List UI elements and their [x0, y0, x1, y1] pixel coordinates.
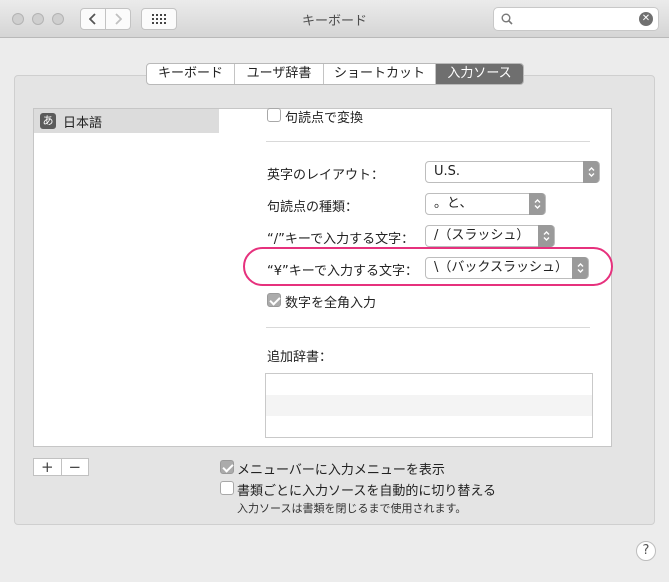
add-source-button[interactable]: +: [34, 459, 62, 475]
help-button[interactable]: ?: [636, 541, 656, 561]
back-button[interactable]: [80, 8, 106, 30]
convert-punct-label: 句読点で変換: [285, 111, 364, 126]
japanese-input-icon: あ: [40, 113, 56, 129]
close-window-button[interactable]: [12, 13, 24, 25]
list-item-japanese[interactable]: あ 日本語: [34, 109, 219, 133]
layout-label: 英字のレイアウト：: [267, 168, 385, 183]
title-bar: キーボード ✕: [0, 0, 669, 38]
punct-type-popup[interactable]: 。と、: [425, 193, 546, 215]
add-remove-control: + −: [33, 458, 89, 476]
show-all-button[interactable]: [141, 8, 177, 30]
clear-search-icon[interactable]: ✕: [639, 12, 653, 26]
yen-key-value: \（バックスラッシュ）: [434, 260, 568, 275]
search-field[interactable]: ✕: [493, 7, 659, 31]
tab-bar: キーボード ユーザ辞書 ショートカット 入力ソース: [146, 63, 524, 85]
punct-type-label: 句読点の種類：: [267, 200, 359, 215]
minimize-window-button[interactable]: [32, 13, 44, 25]
forward-button[interactable]: [105, 8, 131, 30]
tab-keyboard[interactable]: キーボード: [147, 64, 235, 84]
convert-punct-checkbox[interactable]: [267, 108, 281, 122]
layout-popup[interactable]: U.S.: [425, 161, 600, 183]
slash-key-value: /（スラッシュ）: [434, 228, 530, 243]
tab-input-sources[interactable]: 入力ソース: [436, 64, 523, 84]
additional-dictionary-list[interactable]: [265, 373, 593, 438]
divider: [266, 327, 590, 328]
auto-switch-label: 書類ごとに入力ソースを自動的に切り替える: [237, 484, 496, 499]
chevron-left-icon: [89, 13, 96, 25]
search-icon: [501, 13, 513, 25]
up-down-arrow-icon: [529, 193, 545, 215]
list-item-label: 日本語: [63, 115, 103, 131]
remove-source-button[interactable]: −: [62, 459, 89, 475]
list-item: [266, 416, 592, 437]
list-item: [266, 395, 592, 416]
show-menu-label: メニューバーに入力メニューを表示: [237, 463, 445, 478]
divider: [266, 141, 590, 142]
slash-key-popup[interactable]: /（スラッシュ）: [425, 225, 555, 247]
slash-key-label: “/”キーで入力する文字：: [267, 232, 415, 247]
zoom-window-button[interactable]: [52, 13, 64, 25]
fullwidth-numbers-checkbox[interactable]: [267, 293, 281, 307]
grid-icon: [152, 14, 166, 24]
punct-type-value: 。と、: [434, 196, 473, 211]
input-source-list: あ 日本語: [33, 108, 220, 447]
show-menu-checkbox[interactable]: [220, 460, 234, 474]
auto-switch-note: 入力ソースは書類を閉じるまで使用されます。: [237, 502, 467, 515]
up-down-arrow-icon: [572, 257, 588, 279]
chevron-right-icon: [115, 13, 122, 25]
yen-key-popup[interactable]: \（バックスラッシュ）: [425, 257, 589, 279]
list-item: [266, 374, 592, 395]
auto-switch-checkbox[interactable]: [220, 481, 234, 495]
layout-value: U.S.: [434, 164, 461, 179]
up-down-arrow-icon: [583, 161, 599, 183]
yen-key-label: “¥”キーで入力する文字：: [267, 264, 418, 279]
up-down-arrow-icon: [538, 225, 554, 247]
fullwidth-numbers-label: 数字を全角入力: [285, 296, 377, 311]
tab-user-dictionary[interactable]: ユーザ辞書: [235, 64, 324, 84]
dictionary-label: 追加辞書：: [267, 350, 333, 365]
tab-shortcuts[interactable]: ショートカット: [324, 64, 436, 84]
